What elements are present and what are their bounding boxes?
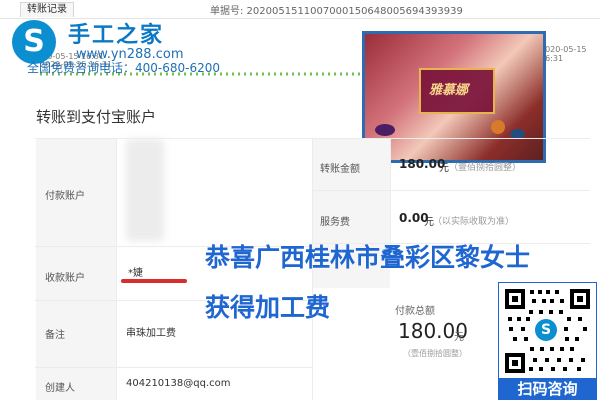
creator-value: 404210138@qq.com xyxy=(126,378,231,389)
bead-decoration xyxy=(491,120,505,134)
overlay-line-2: 获得加工费 xyxy=(205,293,331,322)
product-package: 雅慕娜 xyxy=(419,68,495,114)
payment-account-blurred xyxy=(126,139,164,241)
red-underline xyxy=(121,279,187,283)
timestamp-right: 2020-05-15 16:31 xyxy=(540,45,587,63)
order-number: 单据号: 2020051511007000150648005694393939 xyxy=(210,6,463,17)
scan-consult-button[interactable]: 扫码咨询 xyxy=(498,378,597,400)
transfer-amount-unit: 元 xyxy=(439,163,449,174)
bead-decoration xyxy=(375,124,395,136)
label-receiving-account: 收款账户 xyxy=(45,273,85,284)
row-divider xyxy=(312,190,590,191)
overlay-line-1: 恭喜广西桂林市叠彩区黎女士 xyxy=(205,243,531,272)
label-payment-account: 付款账户 xyxy=(45,191,85,202)
product-brand: 雅慕娜 xyxy=(429,83,469,98)
logo-title: 手工之家 xyxy=(68,23,165,48)
qr-center-logo: S xyxy=(535,319,557,341)
transfer-amount-note: （壹佰捌拾圆整） xyxy=(449,163,522,173)
total-unit: 元 xyxy=(454,332,464,343)
tab-transfer-record[interactable]: 转账记录 xyxy=(20,2,74,17)
column-divider xyxy=(390,138,391,244)
qr-code[interactable]: S xyxy=(498,282,597,380)
label-creator: 创建人 xyxy=(45,383,75,394)
receiving-account-value: *婕 xyxy=(128,268,143,279)
logo-mark: S xyxy=(12,20,56,64)
note-value: 串珠加工费 xyxy=(126,328,176,339)
logo-hotline: 全国免费咨询电话：400-680-6200 xyxy=(27,61,221,75)
label-note: 备注 xyxy=(45,330,65,341)
row-divider xyxy=(35,367,312,368)
total-note: （壹佰捌拾圆整） xyxy=(403,349,467,358)
brand-logo: S 手工之家 www.yn288.com 全国免费咨询电话：400-680-62… xyxy=(12,20,252,80)
section-title: 转账到支付宝账户 xyxy=(36,108,157,126)
label-transfer-amount: 转账金额 xyxy=(320,164,360,175)
service-fee-note: （以实际收取为准） xyxy=(433,217,515,227)
label-service-fee: 服务费 xyxy=(320,217,350,228)
column-divider xyxy=(116,138,117,400)
total-label: 付款总额 xyxy=(395,306,435,317)
